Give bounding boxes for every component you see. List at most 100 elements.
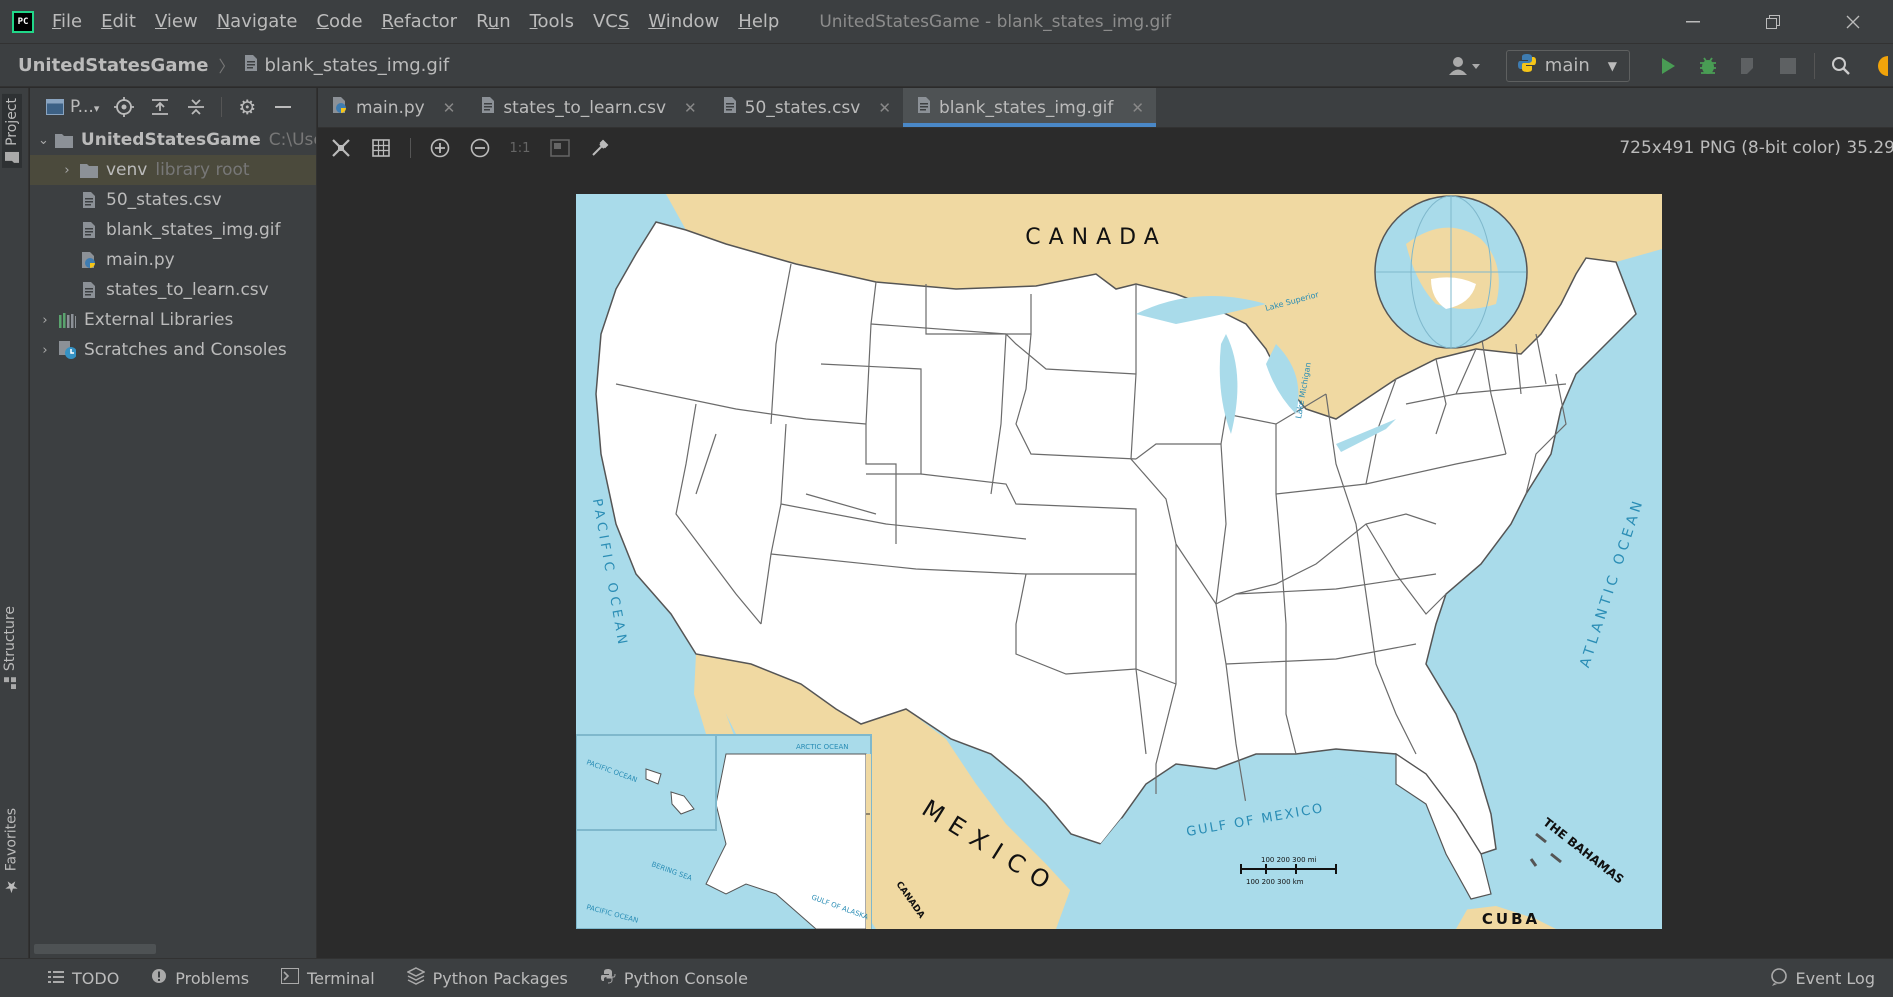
run-configuration-selector[interactable]: main ▼ <box>1505 49 1630 82</box>
tab-blank-states-img[interactable]: blank_states_img.gif ✕ <box>902 88 1156 127</box>
terminal-tool-button[interactable]: Terminal <box>281 968 375 988</box>
menu-help[interactable]: Help <box>738 11 779 32</box>
project-tool-tab[interactable]: Project <box>2 94 22 168</box>
tab-label: 50_states.csv <box>744 97 861 118</box>
event-log-button[interactable]: Event Log <box>1770 959 1875 997</box>
close-window-button[interactable] <box>1813 0 1893 43</box>
tree-item-blank-states-img[interactable]: blank_states_img.gif <box>30 215 316 245</box>
zoom-in-icon[interactable] <box>429 137 451 159</box>
menu-view[interactable]: View <box>155 11 198 32</box>
tab-states-to-learn-csv[interactable]: states_to_learn.csv ✕ <box>467 88 708 127</box>
chevron-right-icon[interactable]: › <box>38 313 52 328</box>
breadcrumb-file[interactable]: blank_states_img.gif <box>264 55 449 76</box>
hawaii-inset <box>576 734 717 831</box>
favorites-tab-label: Favorites <box>3 808 20 872</box>
todo-tool-button[interactable]: TODO <box>48 969 119 988</box>
tree-item-path: C:\Use <box>268 130 316 150</box>
terminal-label: Terminal <box>307 968 375 988</box>
structure-icon <box>2 677 18 690</box>
tree-item-states-to-learn-csv[interactable]: states_to_learn.csv <box>30 275 316 305</box>
close-tab-icon[interactable]: ✕ <box>878 99 891 117</box>
close-tab-icon[interactable]: ✕ <box>1131 99 1144 117</box>
stop-icon[interactable] <box>1776 54 1800 78</box>
menu-tools[interactable]: Tools <box>530 11 574 32</box>
grid-icon[interactable] <box>370 137 392 159</box>
locate-file-icon[interactable] <box>113 96 135 118</box>
tree-item-label: 50_states.csv <box>106 190 222 210</box>
breadcrumb-project[interactable]: UnitedStatesGame <box>18 55 208 76</box>
project-view-icon <box>44 96 66 118</box>
folder-icon <box>80 160 98 180</box>
zoom-out-icon[interactable] <box>469 137 491 159</box>
debug-icon[interactable] <box>1696 54 1720 78</box>
menu-refactor[interactable]: Refactor <box>382 11 458 32</box>
tab-50-states-csv[interactable]: 50_states.csv ✕ <box>709 88 903 127</box>
menu-navigate[interactable]: Navigate <box>217 11 298 32</box>
restore-button[interactable] <box>1733 0 1813 43</box>
tree-item-venv[interactable]: › venv library root <box>30 155 316 185</box>
chevron-down-icon[interactable]: ⌄ <box>38 133 49 148</box>
scale-bottom-label: 100 200 300 km <box>1246 878 1304 886</box>
python-file-icon <box>80 250 98 270</box>
gif-file-icon <box>244 54 258 76</box>
tree-item-note: library root <box>155 160 250 180</box>
color-picker-icon[interactable] <box>589 137 611 159</box>
menu-file[interactable]: File <box>52 11 82 32</box>
label-cuba: CUBA <box>1482 910 1540 928</box>
run-icon[interactable] <box>1656 54 1680 78</box>
expand-all-icon[interactable] <box>149 96 171 118</box>
gear-icon[interactable]: ⚙ <box>236 95 258 119</box>
tab-label: blank_states_img.gif <box>938 97 1114 118</box>
updates-icon[interactable] <box>1869 54 1893 78</box>
folder-icon <box>54 130 73 150</box>
editor-tabs: main.py ✕ states_to_learn.csv ✕ 50_state… <box>318 88 1893 128</box>
tree-item-project-root[interactable]: ⌄ UnitedStatesGame C:\Use <box>30 125 316 155</box>
menu-code[interactable]: Code <box>316 11 362 32</box>
hide-panel-icon[interactable] <box>272 96 294 118</box>
menu-edit[interactable]: Edit <box>101 11 136 32</box>
tree-item-external-libraries[interactable]: › External Libraries <box>30 305 316 335</box>
fit-window-icon[interactable] <box>549 137 571 159</box>
tree-item-main-py[interactable]: main.py <box>30 245 316 275</box>
coverage-icon[interactable] <box>1736 54 1760 78</box>
horizontal-scrollbar[interactable] <box>34 944 156 954</box>
editor-area: main.py ✕ states_to_learn.csv ✕ 50_state… <box>318 88 1893 958</box>
collapse-all-icon[interactable] <box>185 96 207 118</box>
python-icon <box>1517 53 1537 78</box>
nav-toolbar: main ▼ <box>1438 44 1893 87</box>
project-tree: ⌄ UnitedStatesGame C:\Use › venv library… <box>30 125 316 365</box>
structure-tool-tab[interactable]: Structure <box>2 606 18 690</box>
chevron-right-icon[interactable]: › <box>38 343 52 358</box>
python-console-tool-button[interactable]: Python Console <box>600 968 748 988</box>
left-tool-stripe: Project Structure ★ Favorites <box>0 88 29 958</box>
csv-file-icon <box>80 280 98 300</box>
close-tab-icon[interactable]: ✕ <box>684 99 697 117</box>
project-view-selector[interactable]: P...▾ <box>70 97 99 117</box>
minimize-button[interactable] <box>1653 0 1733 43</box>
menu-window[interactable]: Window <box>648 11 719 32</box>
actual-size-button[interactable]: 1:1 <box>509 137 531 159</box>
problems-icon <box>151 968 167 988</box>
status-bar: TODO Problems Terminal Python Packages P… <box>0 958 1893 997</box>
menu-run[interactable]: Run <box>476 11 511 32</box>
close-tab-icon[interactable]: ✕ <box>443 99 456 117</box>
menu-vcs[interactable]: VCS <box>593 11 629 32</box>
tree-item-label: states_to_learn.csv <box>106 280 269 300</box>
chevron-right-icon[interactable]: › <box>60 163 74 178</box>
problems-tool-button[interactable]: Problems <box>151 968 249 988</box>
chevron-down-icon: ▼ <box>1607 58 1617 73</box>
tree-item-label: Scratches and Consoles <box>84 340 287 360</box>
search-everywhere-icon[interactable] <box>1829 54 1853 78</box>
python-packages-tool-button[interactable]: Python Packages <box>405 967 568 989</box>
image-canvas[interactable]: CANADA MEXICO PACIFIC OCEAN ATLANTIC OCE… <box>576 194 1662 929</box>
tab-main-py[interactable]: main.py ✕ <box>318 88 467 127</box>
project-tool-window: P...▾ ⚙ ⌄ UnitedStatesGame C:\Use › venv… <box>30 88 317 958</box>
tree-item-scratches[interactable]: › Scratches and Consoles <box>30 335 316 365</box>
tree-item-50-states-csv[interactable]: 50_states.csv <box>30 185 316 215</box>
folder-icon <box>4 151 20 164</box>
user-dropdown-icon[interactable] <box>1446 54 1484 78</box>
favorites-tool-tab[interactable]: ★ Favorites <box>2 808 21 896</box>
fit-zoom-icon[interactable] <box>330 137 352 159</box>
title-bar: PC File Edit View Navigate Code Refactor… <box>0 0 1893 43</box>
project-tab-label: Project <box>4 98 20 146</box>
